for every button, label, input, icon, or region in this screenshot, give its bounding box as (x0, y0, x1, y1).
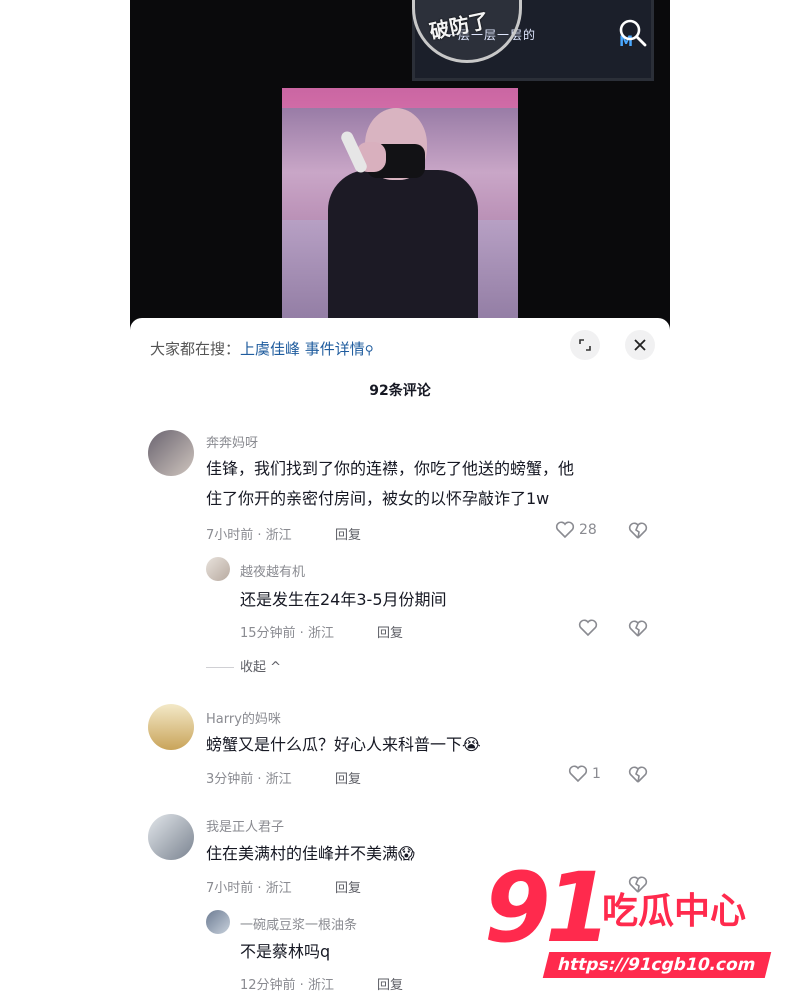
watermark-text: 吃瓜中心 (602, 891, 747, 932)
collapse-divider (206, 667, 234, 668)
like-button[interactable]: 1 (568, 765, 601, 783)
comment-meta: 7小时前 · 浙江 (206, 881, 292, 896)
trending-keyword[interactable]: 上虞佳峰 事件详情 (240, 340, 365, 358)
reply-button[interactable]: 回复 (335, 524, 361, 543)
trending-prefix: 大家都在搜： (150, 340, 241, 358)
search-icon: ⚲ (364, 343, 374, 357)
singer (320, 108, 480, 330)
broken-heart-icon (628, 766, 648, 783)
comment-username[interactable]: 奔奔妈呀 (206, 432, 258, 451)
heart-icon (555, 521, 575, 539)
avatar[interactable] (148, 430, 194, 476)
avatar[interactable] (148, 704, 194, 750)
search-icon[interactable] (618, 18, 648, 48)
comment-meta: 3分钟前 · 浙江 (206, 772, 292, 787)
reply-text: 还是发生在24年3-5月份期间 (240, 590, 447, 609)
comment-username[interactable]: Harry的妈咪 (206, 708, 281, 727)
dislike-button[interactable] (628, 522, 648, 544)
reply-meta: 12分钟前 · 浙江 (240, 978, 334, 993)
expand-button[interactable] (570, 330, 600, 360)
broken-heart-icon (628, 522, 648, 539)
comment-meta: 7小时前 · 浙江 (206, 528, 292, 543)
reply-username[interactable]: 越夜越有机 (240, 561, 305, 580)
avatar[interactable] (206, 557, 230, 581)
reply-button[interactable]: 回复 (377, 974, 403, 993)
watermark-number: 91 (484, 852, 612, 964)
sticker-text: 破防了 (427, 7, 492, 44)
neon-light (282, 88, 518, 108)
comment-count: 92条评论 (369, 383, 431, 399)
reply-button[interactable]: 回复 (335, 877, 361, 896)
dislike-button[interactable] (628, 766, 648, 788)
broken-heart-icon (628, 620, 648, 637)
collapse-replies[interactable]: 收起 ^ (206, 656, 281, 675)
comment-text: 佳锋，我们找到了你的连襟，你吃了他送的螃蟹，他 (206, 459, 575, 478)
comment-text: 住了你开的亲密付房间，被女的以怀孕敲诈了1w (206, 489, 550, 508)
reply-meta: 15分钟前 · 浙江 (240, 626, 334, 641)
trending-search[interactable]: 大家都在搜：上虞佳峰 事件详情⚲ (150, 338, 374, 359)
heart-icon (568, 765, 588, 783)
like-button[interactable]: 28 (555, 521, 597, 539)
reply-button[interactable]: 回复 (335, 768, 361, 787)
reply-username[interactable]: 一碗咸豆浆一根油条 (240, 914, 357, 933)
singer-body (328, 170, 478, 330)
avatar[interactable] (206, 910, 230, 934)
avatar[interactable] (148, 814, 194, 860)
expand-icon (579, 339, 591, 351)
dislike-button[interactable] (628, 620, 648, 642)
like-count: 28 (579, 522, 597, 538)
close-icon (634, 339, 646, 351)
video-player[interactable]: 一层一层一层的 M 破防了 (130, 0, 670, 330)
close-button[interactable] (625, 330, 655, 360)
reply-button[interactable]: 回复 (377, 622, 403, 641)
reply-text: 不是蔡林吗q (240, 942, 331, 961)
heart-icon (578, 619, 598, 637)
chevron-up-icon: ^ (266, 660, 282, 675)
collapse-label: 收起 (240, 660, 267, 675)
watermark-url: https://91cgb10.com (542, 952, 771, 978)
site-watermark: 91 吃瓜中心 https://91cgb10.com (484, 860, 784, 990)
comment-text: 住在美满村的佳峰并不美满😱 (206, 844, 415, 863)
comment-text: 螃蟹又是什么瓜？好心人来科普一下😭 (206, 735, 481, 754)
comment-username[interactable]: 我是正人君子 (206, 816, 284, 835)
like-button[interactable] (578, 619, 598, 637)
like-count: 1 (592, 766, 601, 782)
